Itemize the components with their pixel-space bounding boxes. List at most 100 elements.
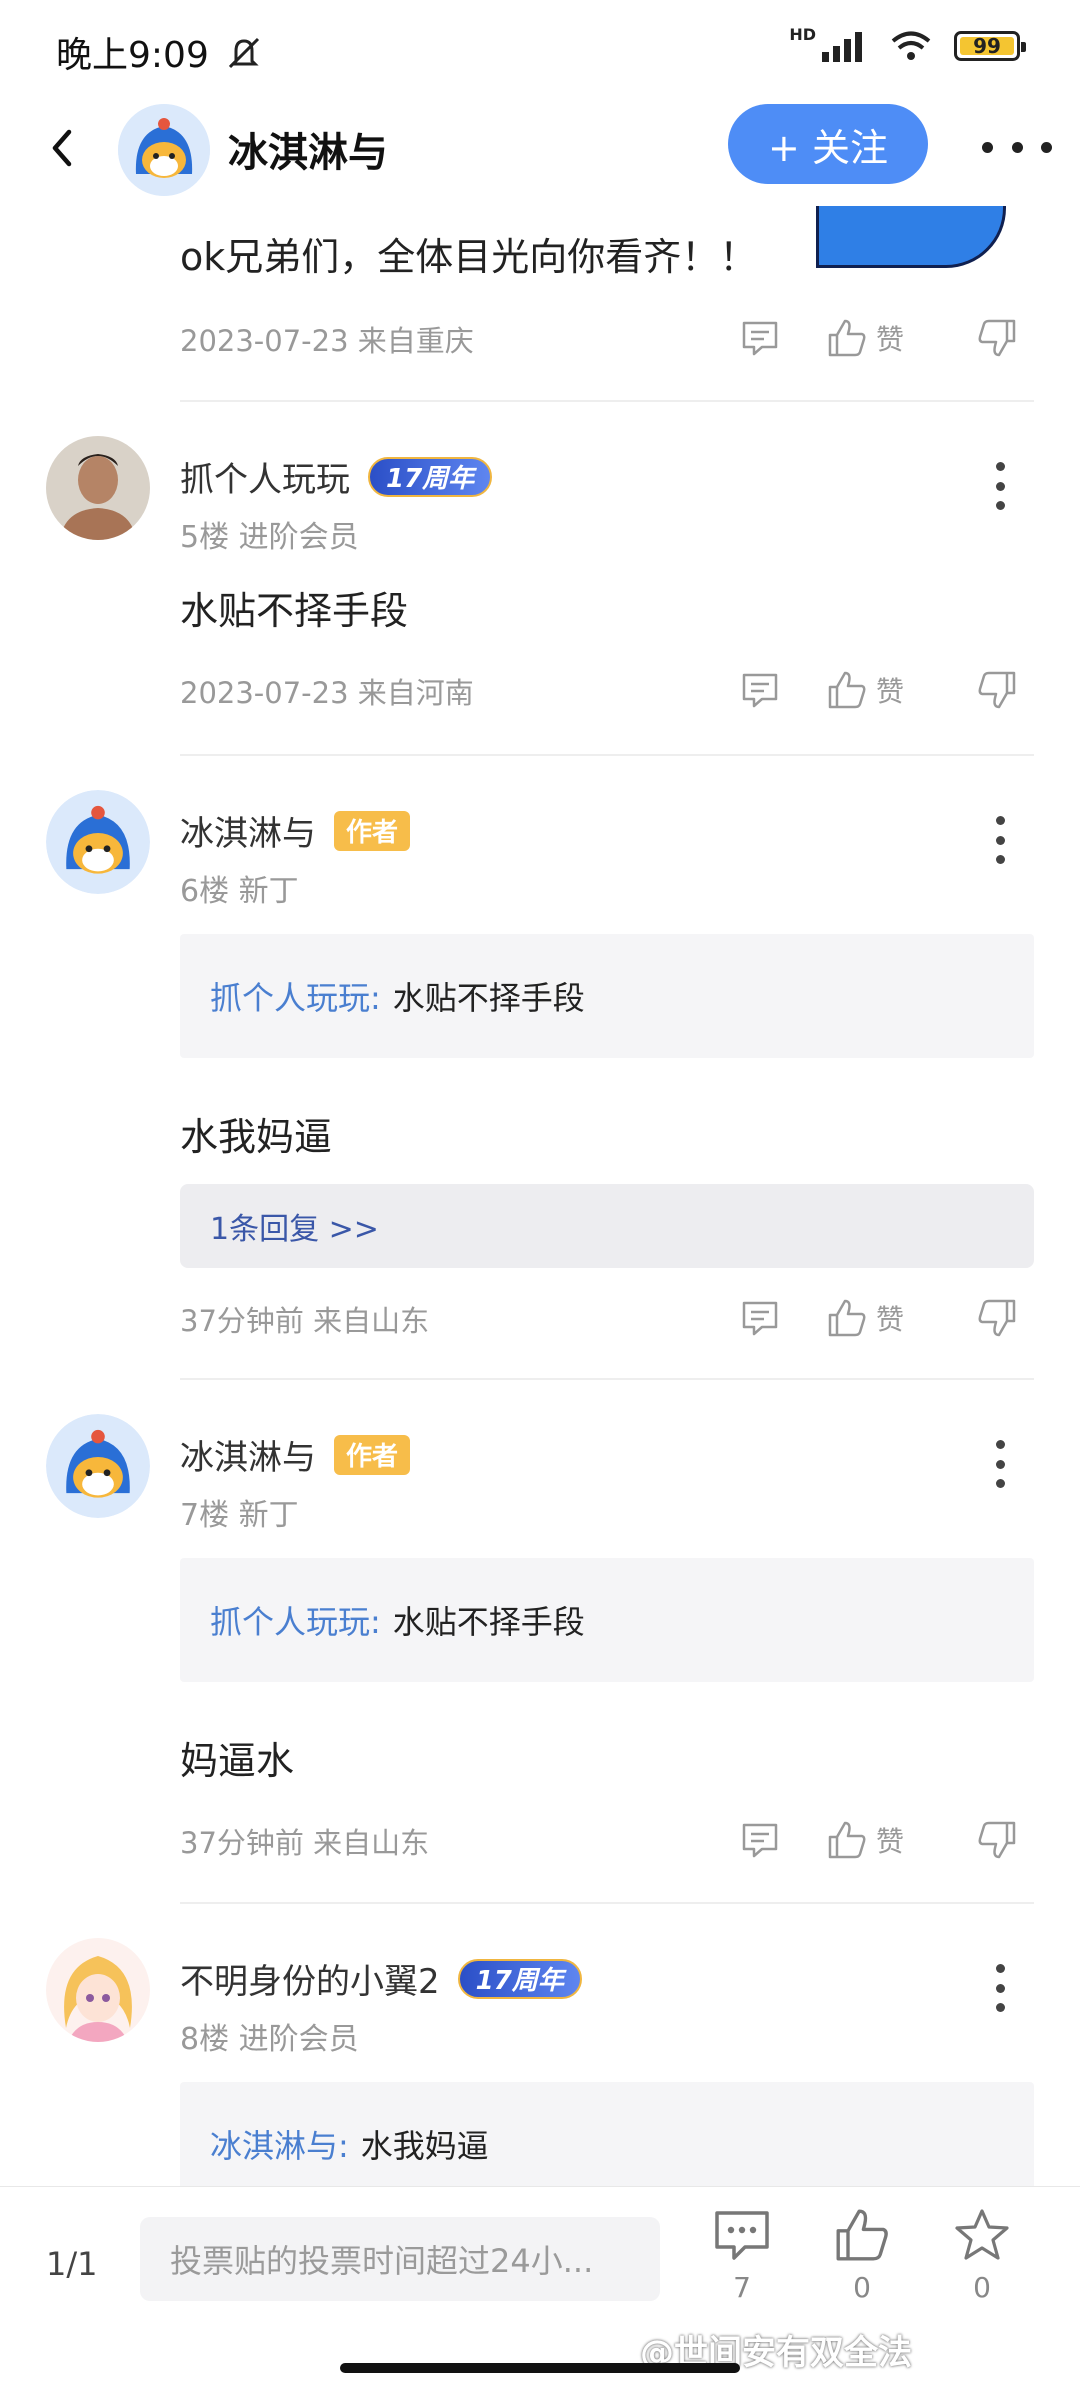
anime-avatar-icon xyxy=(46,1938,150,2042)
shiba-avatar-icon xyxy=(118,104,210,196)
hd-label: HD xyxy=(789,24,816,44)
comments-button[interactable]: 7 xyxy=(702,2207,782,2304)
author-badge: 作者 xyxy=(334,1434,411,1475)
page-indicator[interactable]: 1/1 xyxy=(46,2245,98,2283)
status-bar: 晚上9:09 HD 99 xyxy=(0,0,1080,96)
back-button[interactable] xyxy=(30,116,94,180)
favorites-count: 0 xyxy=(973,2271,991,2304)
floor-info: 5楼 进阶会员 xyxy=(180,520,359,555)
sticker-image xyxy=(816,206,1006,268)
avatar[interactable] xyxy=(46,790,150,894)
post-actions: 赞 xyxy=(740,310,1030,366)
post-actions: 赞 xyxy=(740,662,1030,718)
list-item: 不明身份的小翼2 17周年 8楼 进阶会员 冰淇淋与: 水我妈逼 xyxy=(0,1904,1080,2186)
reply-button[interactable] xyxy=(740,1298,780,1338)
quoted-reply[interactable]: 抓个人玩玩: 水贴不择手段 xyxy=(180,1558,1034,1682)
reply-button[interactable] xyxy=(740,318,780,358)
status-time: 晚上9:09 xyxy=(56,26,264,78)
signal-icon xyxy=(822,32,862,62)
view-replies-link[interactable]: 1条回复 >> xyxy=(180,1184,1034,1268)
like-button[interactable]: 赞 xyxy=(826,670,904,710)
more-options-button[interactable] xyxy=(990,462,1010,510)
wifi-icon xyxy=(891,31,931,60)
username[interactable]: 抓个人玩玩 17周年 xyxy=(180,452,493,501)
thumbs-up-icon xyxy=(836,2209,888,2261)
like-button[interactable]: 0 xyxy=(822,2207,902,2304)
list-item: 抓个人玩玩 17周年 5楼 进阶会员 水贴不择手段 2023-07-23 来自河… xyxy=(0,402,1080,756)
follow-button[interactable]: + 关注 xyxy=(728,104,928,184)
comment-icon xyxy=(742,1823,778,1858)
dislike-button[interactable] xyxy=(976,318,1018,358)
user-photo-icon xyxy=(46,436,150,540)
home-indicator[interactable] xyxy=(340,2363,740,2373)
reply-button[interactable] xyxy=(740,670,780,710)
reply-button[interactable] xyxy=(740,1820,780,1860)
reply-input[interactable]: 投票贴的投票时间超过24小... xyxy=(140,2217,660,2301)
quoted-reply[interactable]: 冰淇淋与: 水我妈逼 xyxy=(180,2082,1034,2186)
bottom-bar: 1/1 投票贴的投票时间超过24小... 7 0 0 @世间安有双全法 xyxy=(0,2186,1080,2400)
star-icon xyxy=(955,2209,1009,2260)
dislike-button[interactable] xyxy=(976,670,1018,710)
list-item: ok兄弟们，全体目光向你看齐！！ 2023-07-23 来自重庆 赞 xyxy=(0,206,1080,402)
comment-icon xyxy=(742,1301,778,1336)
avatar[interactable] xyxy=(46,1414,150,1518)
anniversary-badge: 17周年 xyxy=(368,456,493,497)
chevron-left-icon xyxy=(52,129,72,167)
quote-author[interactable]: 冰淇淋与: xyxy=(210,2121,349,2167)
shiba-avatar-icon xyxy=(46,1414,150,1518)
thumbs-up-icon xyxy=(828,1821,866,1859)
post-actions: 赞 xyxy=(740,1812,1030,1868)
post-meta: 2023-07-23 来自重庆 xyxy=(180,324,474,358)
post-text: 妈逼水 xyxy=(180,1739,295,1783)
like-button[interactable]: 赞 xyxy=(826,318,904,358)
favorite-button[interactable]: 0 xyxy=(942,2207,1022,2304)
post-text: 水我妈逼 xyxy=(180,1115,333,1159)
thumbs-up-icon xyxy=(828,1299,866,1337)
page-title: 冰淇淋与 xyxy=(228,130,388,176)
quote-text: 水我妈逼 xyxy=(360,2127,489,2165)
comments-count: 7 xyxy=(733,2271,751,2304)
floor-info: 6楼 新丁 xyxy=(180,874,299,909)
quote-author[interactable]: 抓个人玩玩: xyxy=(210,1597,381,1643)
floor-info: 8楼 进阶会员 xyxy=(180,2022,359,2057)
post-list: ok兄弟们，全体目光向你看齐！！ 2023-07-23 来自重庆 赞 抓个人玩玩… xyxy=(0,206,1080,2186)
quote-text: 水贴不择手段 xyxy=(392,1603,585,1641)
dislike-button[interactable] xyxy=(976,1298,1018,1338)
quote-text: 水贴不择手段 xyxy=(392,979,585,1017)
thumbs-down-icon xyxy=(978,1299,1016,1337)
comment-icon xyxy=(715,2211,769,2260)
username[interactable]: 冰淇淋与 作者 xyxy=(180,806,411,855)
more-options-button[interactable] xyxy=(990,1440,1010,1488)
more-options-button[interactable] xyxy=(982,132,1052,162)
avatar[interactable] xyxy=(46,1938,150,2042)
like-button[interactable]: 赞 xyxy=(826,1298,904,1338)
battery-icon: 99 xyxy=(954,31,1026,61)
thumbs-up-icon xyxy=(828,319,866,357)
likes-count: 0 xyxy=(853,2271,871,2304)
shiba-avatar-icon xyxy=(46,790,150,894)
thumbs-down-icon xyxy=(978,1821,1016,1859)
more-options-button[interactable] xyxy=(990,816,1010,864)
list-item: 冰淇淋与 作者 7楼 新丁 抓个人玩玩: 水贴不择手段 妈逼水 37分钟前 来自… xyxy=(0,1380,1080,1904)
quoted-reply[interactable]: 抓个人玩玩: 水贴不择手段 xyxy=(180,934,1034,1058)
more-options-button[interactable] xyxy=(990,1964,1010,2012)
anniversary-badge: 17周年 xyxy=(457,1958,582,1999)
like-button[interactable]: 赞 xyxy=(826,1820,904,1860)
dislike-button[interactable] xyxy=(976,1820,1018,1860)
mute-icon xyxy=(229,37,260,69)
comment-icon xyxy=(742,673,778,708)
thumbs-up-icon xyxy=(828,671,866,709)
post-meta: 37分钟前 来自山东 xyxy=(180,1826,430,1860)
username[interactable]: 冰淇淋与 作者 xyxy=(180,1430,411,1479)
post-text: 水贴不择手段 xyxy=(180,589,409,633)
username[interactable]: 不明身份的小翼2 17周年 xyxy=(180,1954,582,2003)
thumbs-down-icon xyxy=(978,319,1016,357)
comment-icon xyxy=(742,321,778,356)
floor-info: 7楼 新丁 xyxy=(180,1498,299,1533)
thumbs-down-icon xyxy=(978,671,1016,709)
quote-author[interactable]: 抓个人玩玩: xyxy=(210,973,381,1019)
post-text: ok兄弟们，全体目光向你看齐！！ xyxy=(180,235,758,279)
post-meta: 2023-07-23 来自河南 xyxy=(180,676,474,710)
avatar[interactable] xyxy=(118,104,210,196)
avatar[interactable] xyxy=(46,436,150,540)
